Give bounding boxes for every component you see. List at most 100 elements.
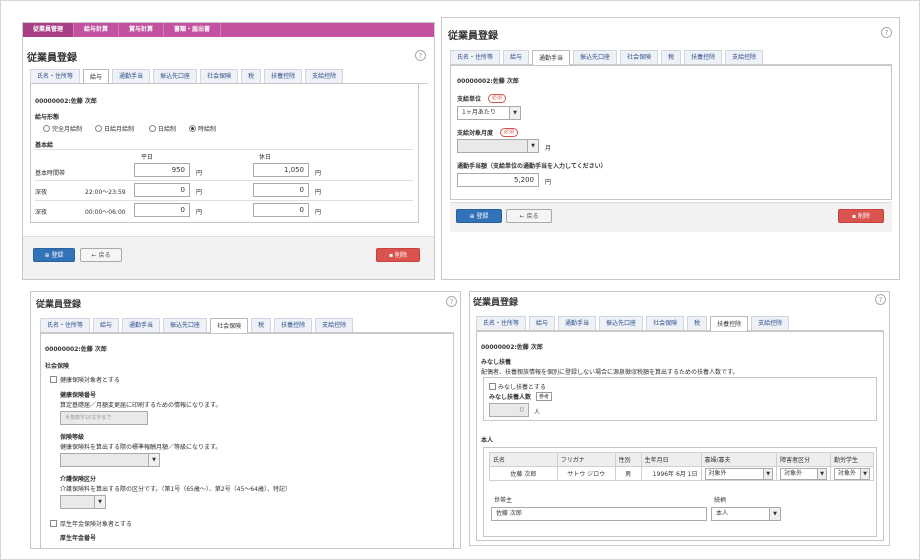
holiday-night2-input[interactable]: 0 xyxy=(253,203,309,217)
tab-bank[interactable]: 振込先口座 xyxy=(153,69,198,83)
tab-tax[interactable]: 税 xyxy=(251,318,272,332)
col-holiday: 休日 xyxy=(259,154,272,161)
salary-form: 00000002:佐藤 次郎 給与形態 完全月給制 日給月給制 日給制 時給制 … xyxy=(30,83,419,223)
weekday-night2-input[interactable]: 0 xyxy=(134,203,190,217)
dependents-panel: 従業員登録 ? 氏名・住所等 給与 通勤手当 振込先口座 社会保険 税 扶養控除… xyxy=(469,291,890,546)
radio-daily-monthly[interactable] xyxy=(95,125,102,132)
widow-select[interactable]: 対象外 ▼ xyxy=(704,467,774,480)
tab-tax[interactable]: 税 xyxy=(241,69,262,83)
col-kana: フリガナ xyxy=(556,452,616,467)
help-icon[interactable]: ? xyxy=(446,296,457,307)
radio-daily-monthly-label: 日給月給制 xyxy=(104,126,135,133)
tab-dependents[interactable]: 扶養控除 xyxy=(274,318,313,332)
page-title: 従業員登録 xyxy=(473,298,519,308)
nav-employee[interactable]: 従業員管理 xyxy=(23,23,75,37)
row-label: 基本時間帯 xyxy=(35,170,66,177)
widow-value: 対象外 xyxy=(708,469,727,477)
tab-deductions[interactable]: 支給控除 xyxy=(725,50,764,64)
deemed-desc: 配偶者、扶養親族情報を個別に登録しない場合に源泉徴収税額を算出するための扶養人数… xyxy=(481,369,739,376)
tab-name-address[interactable]: 氏名・住所等 xyxy=(450,50,501,64)
tab-commute[interactable]: 通勤手当 xyxy=(112,69,151,83)
student-cell: 対象外 ▼ xyxy=(830,466,874,481)
help-icon[interactable]: ? xyxy=(415,50,426,61)
page-title: 従業員登録 xyxy=(36,300,82,310)
tab-bank[interactable]: 振込先口座 xyxy=(163,318,208,332)
register-button[interactable]: ⊕ 登録 xyxy=(33,248,75,262)
back-button[interactable]: ← 戻る xyxy=(506,209,552,223)
register-button[interactable]: ⊕ 登録 xyxy=(456,209,502,223)
tab-name-address[interactable]: 氏名・住所等 xyxy=(476,316,527,330)
nav-documents[interactable]: 書類・届出書 xyxy=(164,23,222,37)
tab-salary[interactable]: 給与 xyxy=(529,316,556,330)
tab-commute[interactable]: 通勤手当 xyxy=(532,50,571,65)
pension-checkbox[interactable] xyxy=(50,520,57,527)
employee-label: 00000002:佐藤 次郎 xyxy=(35,98,97,105)
tab-dependents[interactable]: 扶養控除 xyxy=(264,69,303,83)
deemed-checkbox[interactable] xyxy=(489,383,496,390)
row-label: 深夜 xyxy=(35,209,48,216)
tab-name-address[interactable]: 氏名・住所等 xyxy=(40,318,91,332)
care-select[interactable]: ▼ xyxy=(60,495,106,509)
tab-bank[interactable]: 振込先口座 xyxy=(599,316,644,330)
base-pay-label: 基本給 xyxy=(35,142,54,149)
nav-bonus[interactable]: 賞与計算 xyxy=(119,23,165,37)
disabled-value: 対象外 xyxy=(784,469,803,477)
tab-tax[interactable]: 税 xyxy=(661,50,682,64)
delete-button[interactable]: ▪ 削除 xyxy=(376,248,420,262)
radio-daily[interactable] xyxy=(149,125,156,132)
self-label: 本人 xyxy=(481,437,494,444)
householder-input[interactable]: 佐藤 次郎 xyxy=(491,507,707,521)
radio-monthly[interactable] xyxy=(43,125,50,132)
weekday-night1-input[interactable]: 0 xyxy=(134,183,190,197)
tab-social-insurance[interactable]: 社会保険 xyxy=(200,69,239,83)
grade-select[interactable]: ▼ xyxy=(60,453,160,467)
nav-payroll[interactable]: 給与計算 xyxy=(74,23,120,37)
health-insurance-checkbox[interactable] xyxy=(50,376,57,383)
reference-badge: 参考 xyxy=(536,392,553,401)
grade-desc: 健康保険料を算出する際の標準報酬月額／等級になります。 xyxy=(60,444,222,451)
tab-deductions[interactable]: 支給控除 xyxy=(315,318,354,332)
tab-social-insurance[interactable]: 社会保険 xyxy=(620,50,659,64)
delete-label: 削除 xyxy=(857,213,870,220)
tab-dependents[interactable]: 扶養控除 xyxy=(684,50,723,64)
tab-salary[interactable]: 給与 xyxy=(93,318,120,332)
tab-bar: 氏名・住所等 給与 通勤手当 振込先口座 社会保険 税 扶養控除 支給控除 xyxy=(476,316,884,331)
col-birth: 生年月日 xyxy=(640,452,702,467)
student-select[interactable]: 対象外 ▼ xyxy=(834,467,870,480)
salary-panel: 従業員管理 給与計算 賞与計算 書類・届出書 従業員登録 ? 氏名・住所等 給与… xyxy=(22,22,435,280)
deemed-count-input[interactable]: 0 xyxy=(489,403,529,417)
chevron-down-icon: ▼ xyxy=(769,508,780,520)
tab-social-insurance[interactable]: 社会保険 xyxy=(646,316,685,330)
back-button[interactable]: ← 戻る xyxy=(80,248,122,262)
help-icon[interactable]: ? xyxy=(875,294,886,305)
relation-select[interactable]: 本人 ▼ xyxy=(711,507,781,521)
tab-name-address[interactable]: 氏名・住所等 xyxy=(30,69,81,83)
disabled-select[interactable]: 対象外 ▼ xyxy=(780,467,828,480)
month-select[interactable]: ▼ xyxy=(457,139,539,153)
tab-salary[interactable]: 給与 xyxy=(503,50,530,64)
social-insurance-panel: 従業員登録 ? 氏名・住所等 給与 通勤手当 振込先口座 社会保険 税 扶養控除… xyxy=(30,291,461,549)
holiday-night1-input[interactable]: 0 xyxy=(253,183,309,197)
col-weekday: 平日 xyxy=(141,154,154,161)
employee-label: 00000002:佐藤 次郎 xyxy=(45,346,107,353)
tab-deductions[interactable]: 支給控除 xyxy=(751,316,790,330)
tab-commute[interactable]: 通勤手当 xyxy=(122,318,161,332)
tab-social-insurance[interactable]: 社会保険 xyxy=(210,318,249,333)
commute-amount-input[interactable]: 5,200 xyxy=(457,173,539,187)
page-title: 従業員登録 xyxy=(27,53,77,64)
tab-deductions[interactable]: 支給控除 xyxy=(305,69,344,83)
holiday-base-input[interactable]: 1,050 xyxy=(253,163,309,177)
unit-field-label: 支給単位 xyxy=(457,96,482,103)
weekday-base-input[interactable]: 950 xyxy=(134,163,190,177)
radio-hourly[interactable] xyxy=(189,125,196,132)
delete-button[interactable]: ▪ 削除 xyxy=(838,209,884,223)
amount-field-label: 通勤手当額（支給単位の通勤手当を入力してください） xyxy=(457,163,607,170)
health-no-input[interactable]: 半角数字10文字まで xyxy=(60,411,148,425)
payment-unit-select[interactable]: 1ヶ月あたり ▼ xyxy=(457,106,521,120)
tab-dependents[interactable]: 扶養控除 xyxy=(710,316,749,331)
help-icon[interactable]: ? xyxy=(881,27,892,38)
tab-commute[interactable]: 通勤手当 xyxy=(558,316,597,330)
tab-tax[interactable]: 税 xyxy=(687,316,708,330)
tab-salary[interactable]: 給与 xyxy=(83,69,110,84)
tab-bank[interactable]: 振込先口座 xyxy=(573,50,618,64)
